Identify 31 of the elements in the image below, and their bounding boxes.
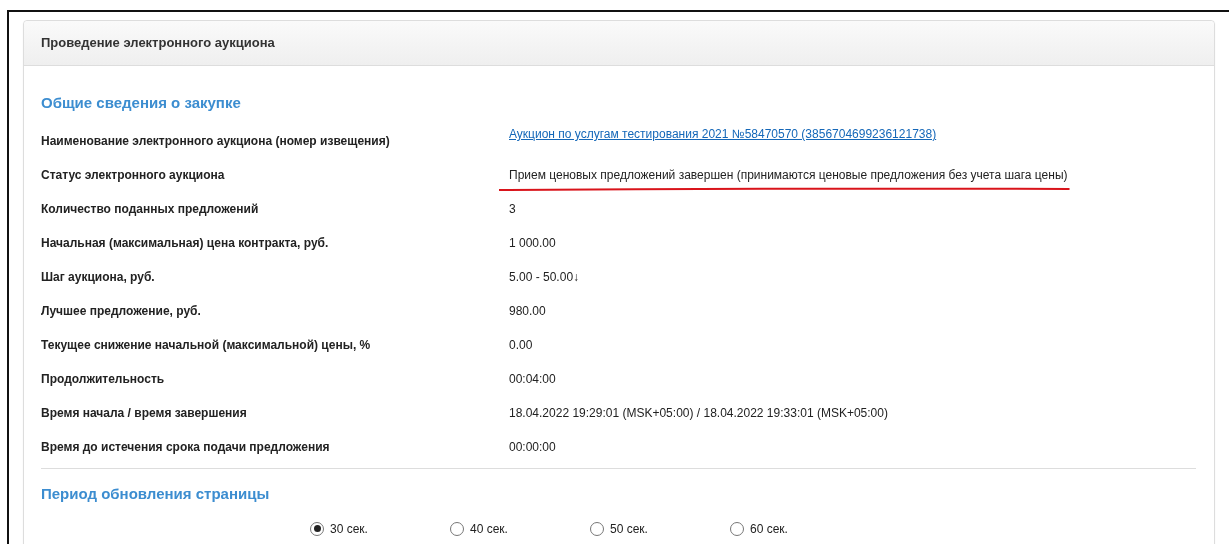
radio-label[interactable]: 60 сек. xyxy=(750,519,788,538)
field-label: Продолжительность xyxy=(41,371,166,388)
field-value: 3 xyxy=(509,202,516,216)
field-label: Лучшее предложение, руб. xyxy=(41,303,202,320)
field-value: 00:04:00 xyxy=(509,372,556,386)
field-label: Статус электронного аукциона xyxy=(41,167,226,184)
radio-button[interactable] xyxy=(310,521,324,536)
radio-label[interactable]: 40 сек. xyxy=(470,519,508,538)
radio-button[interactable] xyxy=(730,521,744,536)
field-value: Прием ценовых предложений завершен (принимаются ценовые предложения без учета шага цены) xyxy=(509,168,1068,182)
field-value: 0.00 xyxy=(509,338,533,352)
panel-title: Проведение электронного аукциона xyxy=(24,21,1214,66)
field-value: 1 000.00 xyxy=(509,236,556,250)
radio-button[interactable] xyxy=(450,521,464,536)
field-label: Время начала / время завершения xyxy=(41,405,248,422)
section-title: Общие сведения о закупке xyxy=(41,92,242,113)
radio-button[interactable] xyxy=(590,521,604,536)
section-title: Период обновления страницы xyxy=(41,484,271,504)
field-value: 00:00:00 xyxy=(509,440,556,454)
radio-label[interactable]: 50 сек. xyxy=(610,519,648,538)
field-label: Шаг аукциона, руб. xyxy=(41,269,156,286)
field-label: Начальная (максимальная) цена контракта, руб. xyxy=(41,235,330,252)
field-label: Текущее снижение начальной (максимальной) цены, % xyxy=(41,337,372,354)
field-value: 980.00 xyxy=(509,304,546,318)
notice-link[interactable]: Аукцион по услугам тестирования 2021 №58470570 (3856704699236121738) xyxy=(509,127,937,141)
field-value: 18.04.2022 19:29:01 (MSK+05:00) / 18.04.2022 19:33:01 (MSK+05:00) xyxy=(509,406,888,420)
field-label: Время до истечения срока подачи предложения xyxy=(41,439,331,456)
field-label: Количество поданных предложений xyxy=(41,201,260,218)
field-value: 5.00 - 50.00↓ xyxy=(509,270,580,284)
radio-label[interactable]: 30 сек. xyxy=(330,519,368,538)
field-label: Наименование электронного аукциона (номер извещения) xyxy=(41,133,391,150)
